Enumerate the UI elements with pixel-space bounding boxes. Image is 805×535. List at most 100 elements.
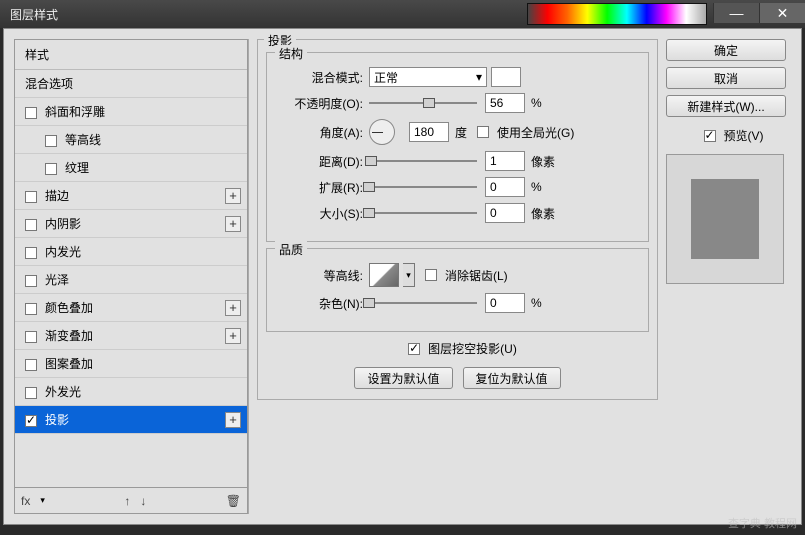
checkbox-icon[interactable] — [25, 107, 37, 119]
spread-input[interactable] — [485, 177, 525, 197]
noise-input[interactable] — [485, 293, 525, 313]
size-input[interactable] — [485, 203, 525, 223]
sidebar-item-label: 投影 — [45, 413, 69, 427]
checkbox-icon[interactable] — [25, 275, 37, 287]
new-style-button[interactable]: 新建样式(W)... — [666, 95, 786, 117]
distance-input[interactable] — [485, 151, 525, 171]
sidebar-item-5[interactable]: 内发光 — [15, 238, 247, 266]
window-title: 图层样式 — [10, 6, 58, 23]
close-button[interactable]: ✕ — [759, 3, 805, 23]
titlebar: 图层样式 — ✕ — [0, 0, 805, 28]
checkbox-icon[interactable] — [25, 387, 37, 399]
ok-button[interactable]: 确定 — [666, 39, 786, 61]
checkbox-icon[interactable] — [25, 415, 37, 427]
sidebar-footer: fx ▾ ↑ ↓ 🗑 — [14, 488, 248, 514]
structure-group: 结构 混合模式: 正常 ▾ 不透明度(O): % — [266, 52, 649, 242]
minimize-button[interactable]: — — [713, 3, 759, 23]
shadow-color-swatch[interactable] — [491, 67, 521, 87]
checkbox-icon[interactable] — [25, 191, 37, 203]
chevron-down-icon: ▾ — [476, 70, 482, 84]
noise-label: 杂色(N): — [277, 295, 369, 312]
spread-label: 扩展(R): — [277, 179, 369, 196]
sidebar-item-blending[interactable]: 混合选项 — [15, 70, 247, 98]
preview-box — [666, 154, 784, 284]
sidebar-item-3[interactable]: 描边 + — [15, 182, 247, 210]
angle-dial[interactable] — [369, 119, 395, 145]
sidebar-item-label: 内阴影 — [45, 217, 81, 231]
sidebar-item-7[interactable]: 颜色叠加 + — [15, 294, 247, 322]
sidebar-blending-label: 混合选项 — [25, 75, 73, 92]
distance-slider[interactable] — [369, 154, 477, 168]
contour-picker[interactable] — [369, 263, 399, 287]
sidebar-item-1[interactable]: 等高线 — [15, 126, 247, 154]
main-panel: 投影 结构 混合模式: 正常 ▾ 不透明度(O): — [249, 29, 666, 524]
preview-swatch — [691, 179, 759, 259]
sidebar-item-label: 等高线 — [65, 133, 101, 147]
reset-default-button[interactable]: 复位为默认值 — [463, 367, 561, 389]
size-unit: 像素 — [531, 205, 555, 222]
preview-checkbox[interactable]: 预览(V) — [704, 127, 764, 144]
opacity-input[interactable] — [485, 93, 525, 113]
checkbox-icon[interactable] — [25, 303, 37, 315]
sidebar-item-0[interactable]: 斜面和浮雕 — [15, 98, 247, 126]
noise-slider[interactable] — [369, 296, 477, 310]
sidebar-item-label: 描边 — [45, 189, 69, 203]
sidebar-header[interactable]: 样式 — [15, 40, 247, 70]
fx-icon[interactable]: fx — [21, 494, 30, 508]
color-spectrum — [527, 3, 707, 25]
angle-label: 角度(A): — [277, 124, 369, 141]
move-down-icon[interactable]: ↓ — [140, 494, 146, 508]
move-up-icon[interactable]: ↑ — [124, 494, 130, 508]
styles-sidebar: 样式 混合选项 斜面和浮雕等高线纹理描边+内阴影+内发光光泽颜色叠加+渐变叠加+… — [14, 39, 249, 514]
watermark: 查字典 教程网 — [728, 515, 797, 531]
blend-mode-select[interactable]: 正常 ▾ — [369, 67, 487, 87]
sidebar-item-9[interactable]: 图案叠加 — [15, 350, 247, 378]
sidebar-item-label: 颜色叠加 — [45, 301, 93, 315]
checkbox-icon[interactable] — [45, 135, 57, 147]
angle-unit: 度 — [455, 124, 467, 141]
quality-group: 品质 等高线: ▾ 消除锯齿(L) 杂色(N): % — [266, 248, 649, 332]
spread-unit: % — [531, 180, 542, 194]
cancel-button[interactable]: 取消 — [666, 67, 786, 89]
sidebar-item-8[interactable]: 渐变叠加+ — [15, 322, 247, 350]
opacity-label: 不透明度(O): — [277, 95, 369, 112]
global-light-checkbox[interactable]: 使用全局光(G) — [477, 124, 574, 141]
opacity-slider[interactable] — [369, 96, 477, 110]
knockout-checkbox[interactable]: 图层挖空投影(U) — [408, 340, 517, 357]
size-label: 大小(S): — [277, 205, 369, 222]
add-icon[interactable]: + — [225, 216, 241, 232]
angle-input[interactable] — [409, 122, 449, 142]
sidebar-item-label: 图案叠加 — [45, 357, 93, 371]
contour-label: 等高线: — [277, 267, 369, 284]
size-slider[interactable] — [369, 206, 477, 220]
sidebar-item-label: 内发光 — [45, 245, 81, 259]
sidebar-item-11[interactable]: 投影 + — [15, 406, 247, 434]
sidebar-item-10[interactable]: 外发光 — [15, 378, 247, 406]
add-icon[interactable]: + — [225, 412, 241, 428]
checkbox-icon[interactable] — [25, 359, 37, 371]
add-icon[interactable]: + — [225, 300, 241, 316]
set-default-button[interactable]: 设置为默认值 — [354, 367, 452, 389]
distance-label: 距离(D): — [277, 153, 369, 170]
add-icon[interactable]: + — [225, 328, 241, 344]
sidebar-item-label: 外发光 — [45, 385, 81, 399]
opacity-unit: % — [531, 96, 542, 110]
checkbox-icon[interactable] — [45, 163, 57, 175]
distance-unit: 像素 — [531, 153, 555, 170]
sidebar-item-2[interactable]: 纹理 — [15, 154, 247, 182]
checkbox-icon[interactable] — [25, 247, 37, 259]
spread-slider[interactable] — [369, 180, 477, 194]
checkbox-icon[interactable] — [25, 219, 37, 231]
sidebar-item-4[interactable]: 内阴影 + — [15, 210, 247, 238]
add-icon[interactable]: + — [225, 188, 241, 204]
sidebar-item-label: 斜面和浮雕 — [45, 105, 105, 119]
checkbox-icon[interactable] — [25, 331, 37, 343]
sidebar-item-6[interactable]: 光泽 — [15, 266, 247, 294]
quality-legend: 品质 — [275, 241, 307, 258]
antialias-checkbox[interactable]: 消除锯齿(L) — [425, 267, 508, 284]
sidebar-item-label: 光泽 — [45, 273, 69, 287]
trash-icon[interactable]: 🗑 — [226, 494, 241, 508]
structure-legend: 结构 — [275, 45, 307, 62]
contour-dropdown-icon[interactable]: ▾ — [403, 263, 415, 287]
noise-unit: % — [531, 296, 542, 310]
